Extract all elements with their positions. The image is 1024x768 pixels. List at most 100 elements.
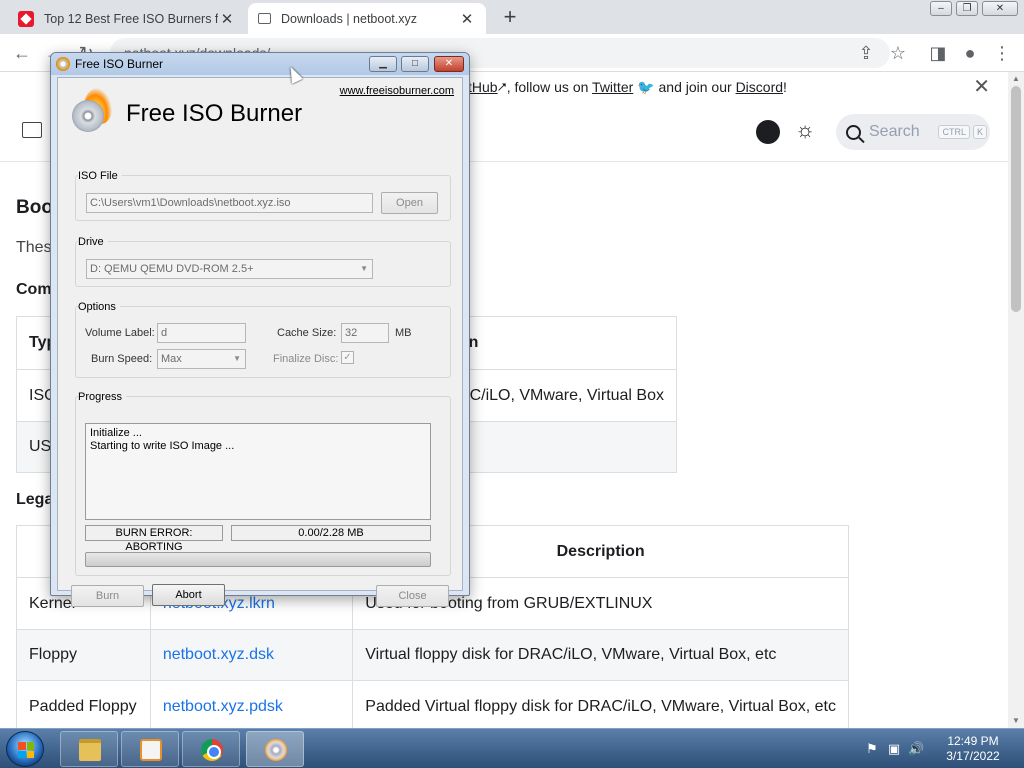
taskbar-media-player[interactable]: [121, 731, 179, 767]
chevron-down-icon: ▼: [233, 354, 241, 363]
finalize-disc-checkbox[interactable]: ✓: [341, 351, 354, 364]
drive-group: Drive D: QEMU QEMU DVD-ROM 2.5+ ▼: [75, 236, 451, 287]
taskbar-iso-burner[interactable]: [246, 731, 304, 767]
burn-speed-select[interactable]: Max ▼: [157, 349, 246, 369]
side-panel-icon[interactable]: ◨: [926, 41, 950, 65]
burn-speed-value: Max: [161, 353, 182, 365]
iso-file-group: ISO File C:\Users\vm1\Downloads\netboot.…: [75, 170, 451, 221]
maximize-button[interactable]: □: [401, 56, 429, 72]
volume-icon[interactable]: 🔊: [908, 741, 924, 757]
tab-strip: Top 12 Best Free ISO Burners for ✕ Downl…: [0, 0, 1024, 34]
group-label: Drive: [78, 236, 108, 248]
back-arrow-icon[interactable]: ←: [10, 41, 34, 65]
profile-avatar-icon[interactable]: ●: [958, 41, 982, 65]
tab-close-icon[interactable]: ✕: [218, 10, 236, 28]
github-link-fragment[interactable]: tHub: [468, 79, 498, 95]
cache-size-field[interactable]: 32: [341, 323, 389, 343]
tab-title: Top 12 Best Free ISO Burners for: [44, 11, 218, 26]
size-progress-readout: 0.00/2.28 MB: [231, 525, 431, 541]
site-logo-icon[interactable]: [22, 122, 42, 138]
progress-log: Initialize ... Starting to write ISO Ima…: [85, 423, 431, 520]
table-row: Floppy netboot.xyz.dsk Virtual floppy di…: [16, 629, 849, 681]
open-button[interactable]: Open: [381, 192, 438, 214]
dialog-client-area: www.freeisoburner.com Free ISO Burner IS…: [57, 77, 463, 607]
download-link[interactable]: netboot.xyz.pdsk: [163, 698, 283, 715]
site-search-button[interactable]: Search CTRL K: [836, 114, 990, 150]
log-line: Initialize ...: [90, 427, 142, 439]
theme-toggle-sun-icon[interactable]: ☼: [795, 117, 815, 143]
clock-time: 12:49 PM: [947, 734, 999, 748]
burn-button[interactable]: Burn: [71, 585, 144, 607]
minimize-button[interactable]: ▁: [369, 56, 397, 72]
table-header-cell: on: [445, 316, 678, 370]
page-scrollbar[interactable]: ▲ ▼: [1008, 72, 1024, 728]
volume-label-field[interactable]: d: [157, 323, 246, 343]
burn-speed-label: Burn Speed:: [91, 353, 153, 365]
group-label: Progress: [78, 391, 127, 403]
table-cell-desc: Padded Virtual floppy disk for DRAC/iLO,…: [352, 680, 849, 728]
drive-value: D: QEMU QEMU DVD-ROM 2.5+: [90, 263, 254, 275]
scroll-up-icon[interactable]: ▲: [1008, 72, 1024, 86]
clock[interactable]: 12:49 PM 3/17/2022: [940, 734, 1006, 764]
section-heading: Lega: [16, 491, 54, 508]
tab-title: Downloads | netboot.xyz: [281, 11, 417, 26]
github-icon[interactable]: [756, 120, 780, 144]
clock-date: 3/17/2022: [946, 749, 1000, 763]
section-heading: Com: [16, 281, 52, 298]
table-cell-desc: Virtual floppy disk for DRAC/iLO, VMware…: [352, 629, 849, 681]
website-link[interactable]: www.freeisoburner.com: [340, 85, 454, 97]
bookmark-star-icon[interactable]: ☆: [886, 41, 910, 65]
window-titlebar[interactable]: Free ISO Burner ▁ □ ✕: [51, 53, 469, 75]
maximize-button[interactable]: ❐: [956, 1, 978, 16]
browser-window-controls: – ❐ ✕: [930, 1, 1018, 16]
table-cell: [445, 421, 678, 473]
twitter-bird-icon: 🐦: [637, 79, 655, 95]
chevron-down-icon: ▼: [360, 264, 368, 273]
start-button[interactable]: [6, 731, 44, 767]
search-label: Search: [869, 123, 920, 140]
close-window-button[interactable]: ✕: [982, 1, 1018, 16]
kbd-ctrl: CTRL: [938, 125, 970, 139]
scroll-down-icon[interactable]: ▼: [1008, 714, 1024, 728]
chrome-icon: [201, 739, 223, 761]
action-center-flag-icon[interactable]: ⚑: [864, 741, 880, 757]
taskbar-chrome[interactable]: [182, 731, 240, 767]
close-button[interactable]: Close: [376, 585, 449, 607]
group-label: Options: [78, 301, 120, 313]
windows-logo-icon: [18, 742, 34, 758]
group-label: ISO File: [78, 170, 122, 182]
share-icon[interactable]: ⇪: [854, 41, 878, 65]
banner-text: and join our: [654, 79, 736, 95]
table-cell: AC/iLO, VMware, Virtual Box: [445, 369, 678, 422]
browser-tab-downloads[interactable]: Downloads | netboot.xyz ✕: [248, 3, 486, 34]
progress-group: Progress Initialize ... Starting to writ…: [75, 391, 451, 576]
browser-tab-iso-burners[interactable]: Top 12 Best Free ISO Burners for ✕: [8, 3, 246, 34]
search-icon: [846, 124, 861, 140]
network-icon[interactable]: ▣: [886, 741, 902, 757]
menu-kebab-icon[interactable]: ⋮: [990, 41, 1014, 65]
kbd-k: K: [972, 125, 987, 139]
drive-select[interactable]: D: QEMU QEMU DVD-ROM 2.5+ ▼: [86, 259, 373, 279]
taskbar: ⚑ ▣ 🔊 12:49 PM 3/17/2022: [0, 728, 1024, 768]
iso-path-field[interactable]: C:\Users\vm1\Downloads\netboot.xyz.iso: [86, 193, 373, 213]
app-small-icon: [56, 57, 70, 71]
close-window-button[interactable]: ✕: [434, 56, 464, 72]
table-cell-type: Padded Floppy: [16, 680, 151, 728]
cache-unit-label: MB: [395, 327, 412, 339]
log-line: Starting to write ISO Image ...: [90, 440, 235, 452]
minimize-button[interactable]: –: [930, 1, 952, 16]
abort-button[interactable]: Abort: [152, 584, 225, 606]
taskbar-explorer[interactable]: [60, 731, 118, 767]
page-heading: Boo: [16, 197, 53, 218]
discord-link[interactable]: Discord: [736, 79, 783, 95]
twitter-link[interactable]: Twitter: [592, 79, 633, 95]
scrollbar-thumb[interactable]: [1011, 86, 1021, 312]
options-group: Options Volume Label: d Cache Size: 32 M…: [75, 301, 451, 378]
table-row: Padded Floppy netboot.xyz.pdsk Padded Vi…: [16, 680, 849, 728]
tab-close-icon[interactable]: ✕: [458, 10, 476, 28]
site-favicon-icon: [18, 10, 34, 27]
banner-close-icon[interactable]: ✕: [973, 72, 990, 102]
new-tab-button[interactable]: +: [498, 6, 522, 30]
cache-size-label: Cache Size:: [277, 327, 337, 339]
download-link[interactable]: netboot.xyz.dsk: [163, 646, 274, 663]
